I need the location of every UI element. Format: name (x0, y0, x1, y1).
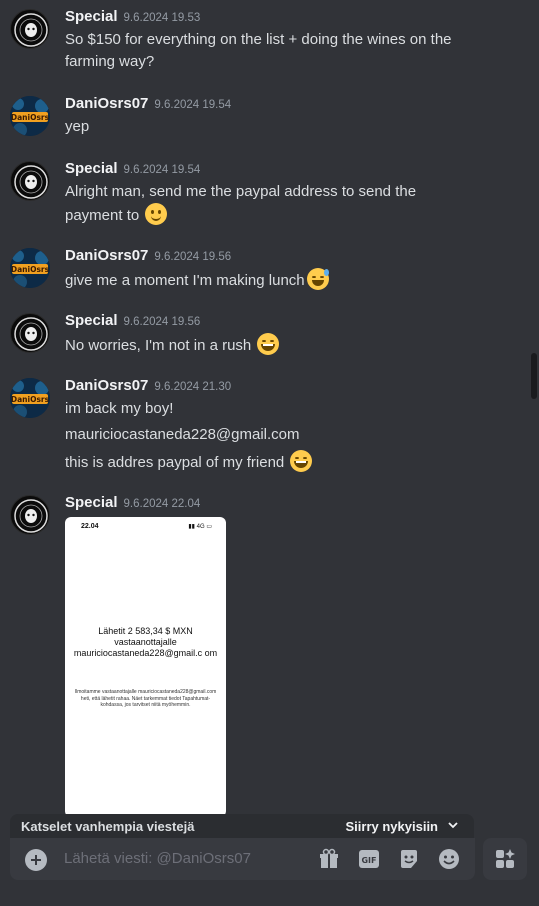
jump-to-present-button[interactable]: Siirry nykyisiin (346, 819, 439, 834)
author-name[interactable]: DaniOsrs07 (65, 377, 148, 394)
timestamp: 9.6.2024 19.54 (154, 99, 232, 111)
timestamp: 9.6.2024 22.04 (123, 498, 201, 510)
message-text: give me a moment I'm making lunch (65, 272, 305, 289)
avatar[interactable]: DaniOsrs (10, 96, 50, 136)
svg-text:GIF: GIF (361, 856, 376, 865)
author-name[interactable]: Special (65, 494, 118, 511)
message-text: im back my boy! (65, 400, 174, 417)
phone-status-network: ▮▮ 4G ▭ (188, 524, 212, 530)
grin-emoji-icon (257, 333, 280, 355)
message-text: Alright man, send me the paypal address … (65, 183, 417, 200)
message-text: No worries, I'm not in a rush (65, 337, 252, 354)
message-line: payment to (65, 203, 505, 227)
avatar[interactable] (10, 495, 50, 535)
message-text: So $150 for everything on the list + doi… (65, 31, 452, 48)
avatar[interactable]: DaniOsrs (10, 248, 50, 288)
message-line: No worries, I'm not in a rush (65, 333, 505, 357)
author-name[interactable]: DaniOsrs07 (65, 247, 148, 264)
grin-emoji-icon (290, 450, 313, 472)
older-messages-bar: Katselet vanhempia viestejä Siirry nykyi… (10, 814, 474, 838)
emoji-icon[interactable] (438, 848, 460, 870)
gif-icon[interactable]: GIF (358, 848, 380, 870)
message-text: mauriciocastaneda228@gmail.com (65, 426, 300, 443)
chevron-down-icon[interactable] (446, 818, 460, 837)
author-name[interactable]: Special (65, 8, 118, 25)
timestamp: 9.6.2024 19.56 (123, 316, 201, 328)
payment-detail-text: Ilmoitamme vastaanottajalle mauriciocast… (74, 689, 217, 708)
svg-text:DaniOsrs: DaniOsrs (11, 265, 50, 274)
avatar[interactable] (10, 9, 50, 49)
message-text: payment to (65, 207, 140, 224)
message-composer: Lähetä viesti: @DaniOsrs07 GIF (10, 838, 475, 880)
image-attachment[interactable]: 22.04 ▮▮ 4G ▭ Lähetit 2 583,34 $ MXN vas… (65, 517, 226, 817)
author-name[interactable]: DaniOsrs07 (65, 95, 148, 112)
apps-icon (494, 848, 516, 875)
message-text: this is addres paypal of my friend (65, 454, 285, 471)
message-input[interactable]: Lähetä viesti: @DaniOsrs07 (64, 850, 251, 867)
sweat-smile-emoji-icon (306, 268, 329, 290)
plus-icon[interactable] (25, 849, 47, 871)
sticker-icon[interactable] (398, 848, 420, 870)
timestamp: 9.6.2024 19.56 (154, 251, 232, 263)
avatar[interactable] (10, 161, 50, 201)
apps-button[interactable] (483, 838, 527, 880)
phone-status-time: 22.04 (81, 523, 99, 530)
message-line: this is addres paypal of my friend (65, 450, 505, 474)
author-name[interactable]: Special (65, 160, 118, 177)
svg-text:DaniOsrs: DaniOsrs (11, 395, 50, 404)
scrollbar-thumb[interactable] (531, 353, 537, 399)
gift-icon[interactable] (318, 848, 340, 870)
timestamp: 9.6.2024 19.54 (123, 164, 201, 176)
avatar[interactable]: DaniOsrs (10, 378, 50, 418)
svg-text:DaniOsrs: DaniOsrs (11, 113, 50, 122)
timestamp: 9.6.2024 19.53 (123, 12, 201, 24)
message-text: farming way? (65, 53, 155, 70)
avatar[interactable] (10, 313, 50, 353)
message-text: yep (65, 118, 90, 135)
timestamp: 9.6.2024 21.30 (154, 381, 232, 393)
slight-smile-emoji-icon (145, 203, 168, 225)
message-line: give me a moment I'm making lunch (65, 268, 505, 292)
payment-confirmation-text: Lähetit 2 583,34 $ MXN vastaanottajalle … (73, 626, 218, 658)
older-messages-label: Katselet vanhempia viestejä (21, 819, 195, 834)
author-name[interactable]: Special (65, 312, 118, 329)
